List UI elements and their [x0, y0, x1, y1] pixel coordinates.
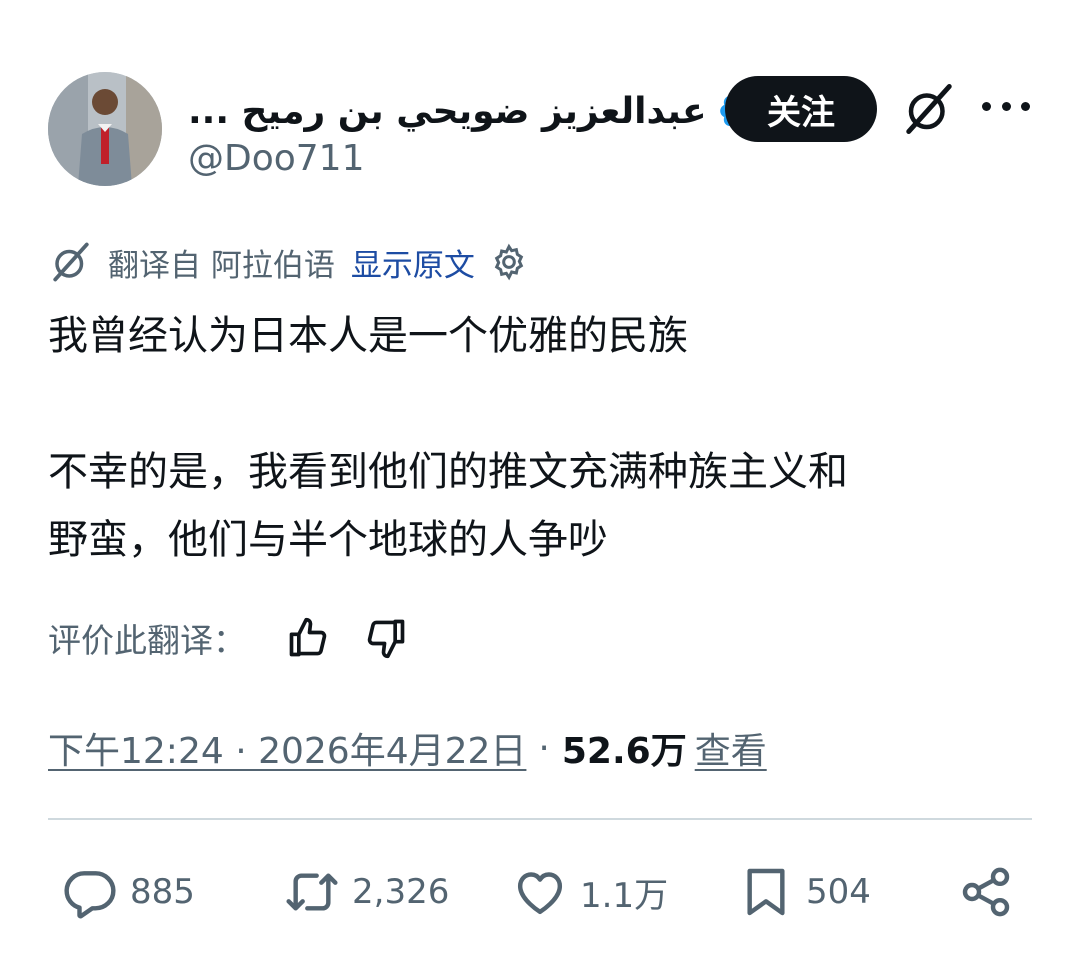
- rate-translation-label: 评价此翻译：: [48, 621, 246, 660]
- reply-button[interactable]: 885: [62, 850, 195, 934]
- user-handle[interactable]: @Doo711: [188, 138, 364, 179]
- name-row: عبدالعزيز ضويحي بن رميح ...: [188, 86, 761, 136]
- bookmark-count: 504: [806, 872, 871, 912]
- like-count: 1.1万: [580, 875, 669, 916]
- tweet-header: عبدالعزيز ضويحي بن رميح ... @Doo711 关注: [48, 72, 1038, 192]
- display-name[interactable]: عبدالعزيز ضويحي بن رميح ...: [188, 91, 707, 132]
- views-count: 52.6万: [561, 731, 687, 772]
- thumbs-up-icon[interactable]: [286, 616, 330, 660]
- bookmark-button[interactable]: 504: [738, 850, 871, 934]
- translate-icon: [53, 242, 89, 282]
- follow-button[interactable]: 关注: [725, 76, 877, 142]
- reply-icon: [64, 871, 116, 919]
- views-link[interactable]: 查看: [695, 722, 767, 774]
- action-bar: 885 2,326 1.1万 504: [48, 850, 1038, 934]
- repost-button[interactable]: 2,326: [284, 850, 449, 934]
- divider: [48, 818, 1032, 820]
- thumbs-down-icon[interactable]: [364, 616, 408, 660]
- tweet-line: 不幸的是，我看到他们的推文充满种族主义和: [48, 449, 848, 495]
- gear-icon[interactable]: [489, 242, 529, 282]
- bookmark-icon: [747, 868, 785, 916]
- grok-icon[interactable]: [902, 82, 956, 136]
- reply-count: 885: [130, 872, 195, 912]
- tweet-line: 野蛮，他们与半个地球的人争吵: [48, 517, 608, 563]
- translated-from-label: 翻译自 阿拉伯语: [108, 247, 335, 284]
- translation-bar: 翻译自 阿拉伯语 显示原文: [50, 240, 529, 284]
- tweet-line: 我曾经认为日本人是一个优雅的民族: [48, 313, 688, 359]
- show-original-link[interactable]: 显示原文: [351, 240, 475, 285]
- repost-icon: [286, 873, 338, 911]
- like-icon: [517, 872, 563, 915]
- repost-count: 2,326: [352, 872, 450, 912]
- share-button[interactable]: [958, 850, 1014, 934]
- tweet-meta: 下午12:24 · 2026年4月22日 · 52.6万 查看: [48, 720, 767, 776]
- meta-separator: ·: [538, 727, 550, 769]
- share-icon: [962, 867, 1010, 917]
- more-icon[interactable]: [982, 86, 1030, 126]
- like-button[interactable]: 1.1万: [512, 850, 668, 934]
- timestamp[interactable]: 下午12:24 · 2026年4月22日: [48, 722, 526, 774]
- rate-translation: 评价此翻译：: [48, 612, 408, 664]
- avatar[interactable]: [48, 72, 162, 186]
- tweet-text: 我曾经认为日本人是一个优雅的民族 不幸的是，我看到他们的推文充满种族主义和 野蛮…: [48, 302, 1038, 574]
